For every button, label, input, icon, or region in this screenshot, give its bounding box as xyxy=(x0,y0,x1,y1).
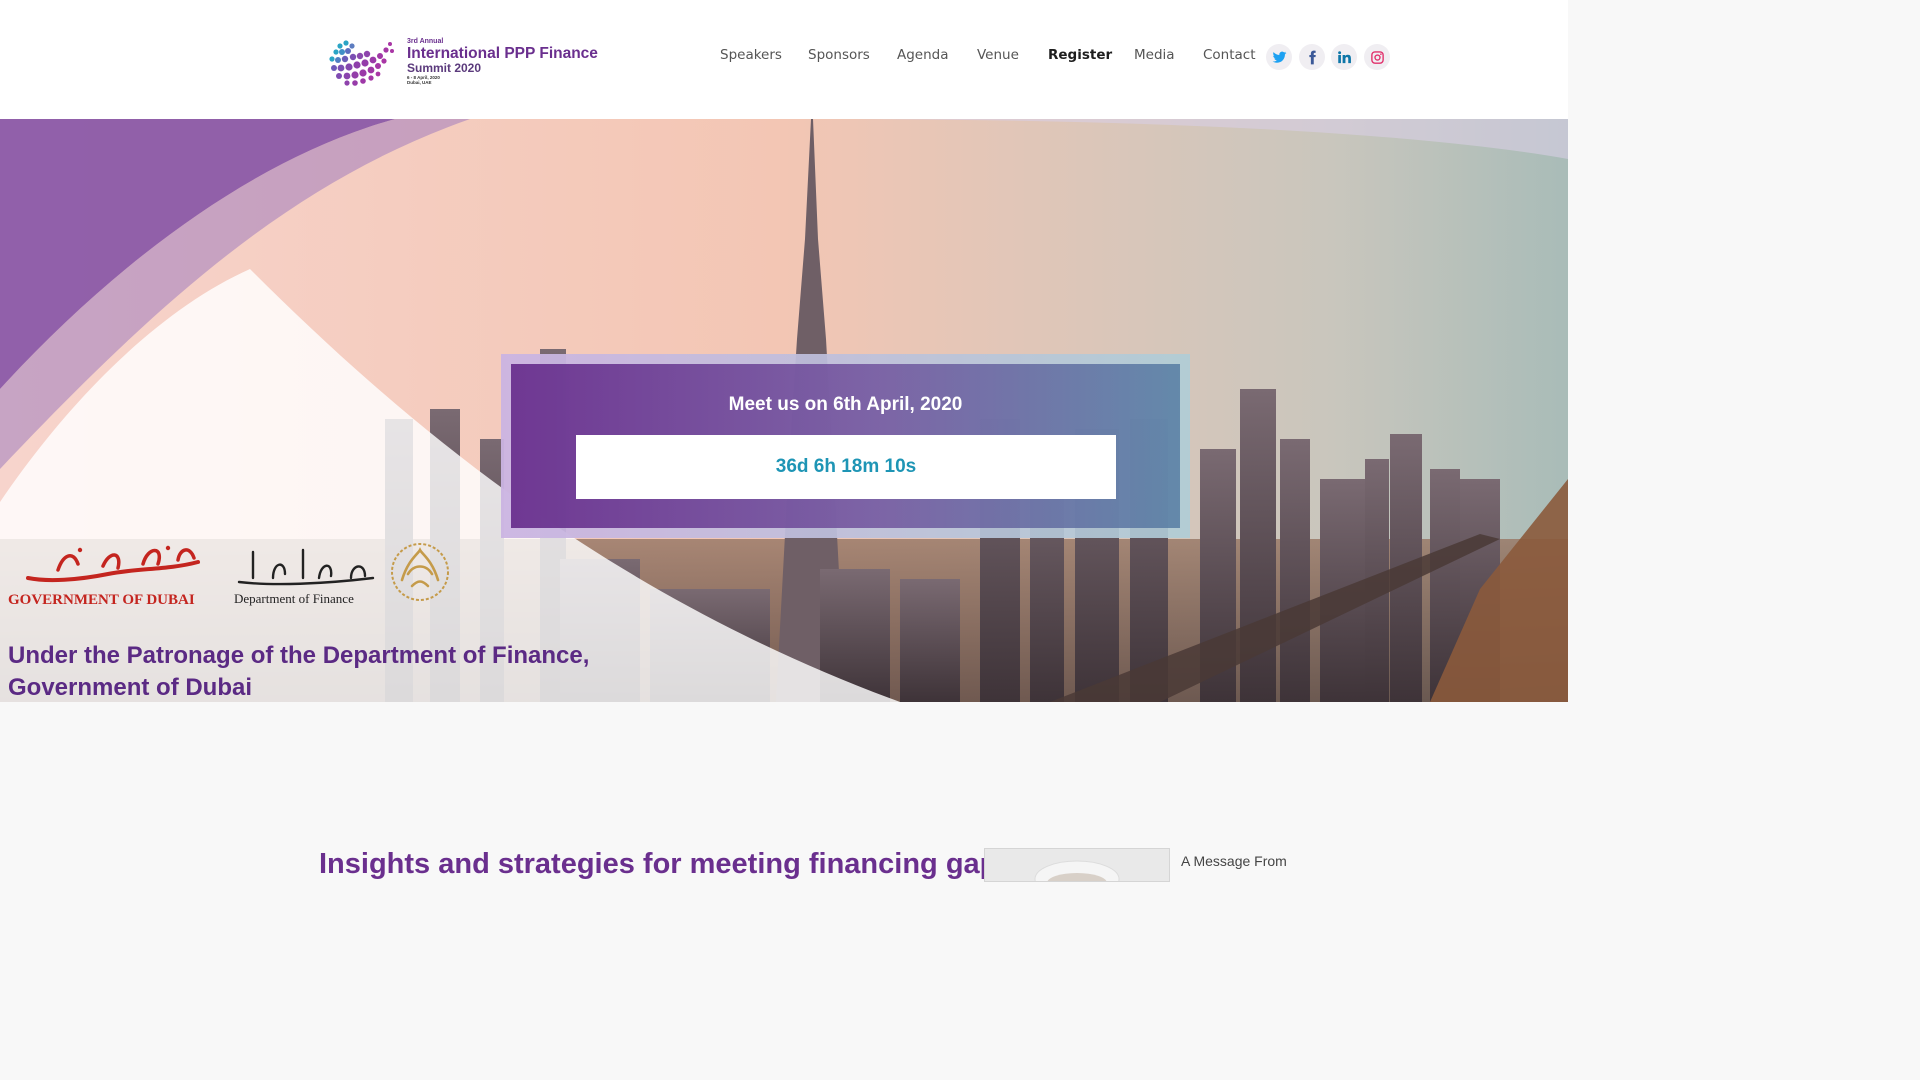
logo-location: Dubai, UAE xyxy=(407,80,432,85)
nav-contact[interactable]: Contact xyxy=(1203,47,1256,63)
message-from-label: A Message From xyxy=(1181,853,1287,869)
linkedin-link[interactable] xyxy=(1331,44,1357,70)
department-of-finance-logo: Department of Finance xyxy=(233,540,458,610)
patronage-statement: Under the Patronage of the Department of… xyxy=(8,640,708,702)
instagram-link[interactable] xyxy=(1364,44,1390,70)
nav-media[interactable]: Media xyxy=(1134,47,1175,63)
site-header: 3rd Annual International PPP Finance Sum… xyxy=(0,0,1568,119)
patronage-line-1: Under the Patronage of the Department of… xyxy=(8,642,590,669)
facebook-icon xyxy=(1308,50,1316,64)
countdown-inner: Meet us on 6th April, 2020 36d 6h 18m 10… xyxy=(511,364,1180,528)
nav-venue[interactable]: Venue xyxy=(977,47,1019,63)
logo-subtitle: Summit 2020 xyxy=(407,61,482,75)
nav-register[interactable]: Register xyxy=(1048,47,1112,63)
globe-dots-logo-icon xyxy=(329,40,394,86)
author-photo-placeholder xyxy=(1034,860,1120,881)
message-author-photo xyxy=(984,848,1170,882)
twitter-icon xyxy=(1272,51,1286,63)
gov-dubai-text: GOVERNMENT OF DUBAI xyxy=(8,592,195,608)
countdown-panel: Meet us on 6th April, 2020 36d 6h 18m 10… xyxy=(501,354,1190,538)
gov-dubai-calligraphy xyxy=(26,545,200,583)
government-of-dubai-logo: GOVERNMENT OF DUBAI xyxy=(8,540,208,610)
instagram-icon xyxy=(1370,50,1384,64)
nav-speakers[interactable]: Speakers xyxy=(720,47,782,63)
summit-logo[interactable]: 3rd Annual International PPP Finance Sum… xyxy=(328,36,628,92)
logo-text: 3rd Annual International PPP Finance Sum… xyxy=(407,38,598,85)
nav-sponsors[interactable]: Sponsors xyxy=(808,47,870,63)
hero-banner: Meet us on 6th April, 2020 36d 6h 18m 10… xyxy=(0,119,1568,702)
linkedin-icon xyxy=(1337,50,1351,63)
dof-emblem xyxy=(391,543,449,601)
facebook-link[interactable] xyxy=(1299,44,1325,70)
nav-agenda[interactable]: Agenda xyxy=(897,47,949,63)
patronage-line-2: Government of Dubai xyxy=(8,674,253,701)
countdown-box: 36d 6h 18m 10s xyxy=(576,435,1116,499)
twitter-link[interactable] xyxy=(1266,44,1292,70)
dof-calligraphy xyxy=(237,548,375,586)
countdown-title: Meet us on 6th April, 2020 xyxy=(728,394,963,415)
countdown-timer: 36d 6h 18m 10s xyxy=(775,456,917,477)
insights-heading: Insights and strategies for meeting fina… xyxy=(319,848,1014,880)
logo-title: International PPP Finance xyxy=(407,45,598,62)
dof-text: Department of Finance xyxy=(234,591,354,606)
